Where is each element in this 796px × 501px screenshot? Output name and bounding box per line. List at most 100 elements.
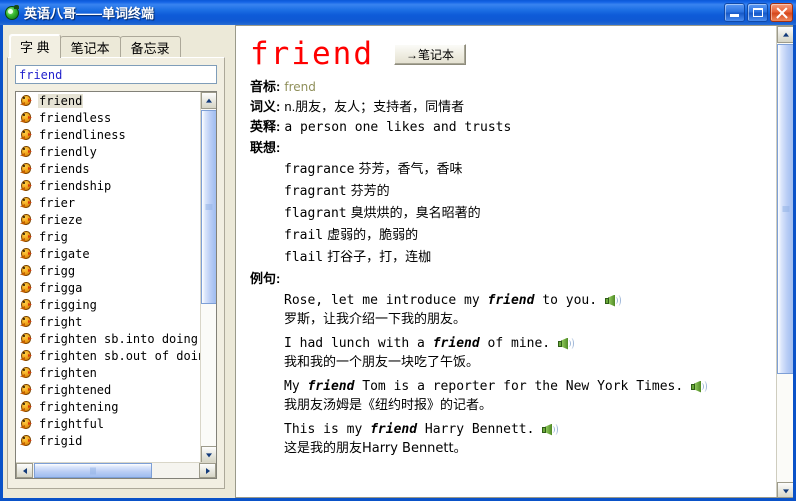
- association-meaning: 打谷子，打，连枷: [327, 250, 432, 265]
- field-phonetic: 音标: frend: [250, 78, 776, 96]
- field-meaning-label: 词义:: [250, 99, 281, 114]
- example-item: My friend Tom is a reporter for the New …: [284, 378, 776, 415]
- tab-dictionary-label: 字 典: [20, 40, 50, 55]
- close-button[interactable]: [770, 3, 793, 22]
- field-definition-value: a person one likes and trusts: [284, 120, 512, 135]
- word-list-item-label: friend: [38, 93, 84, 108]
- word-list-item[interactable]: frigid: [16, 432, 202, 449]
- bird-icon: [20, 315, 33, 328]
- field-meaning: 词义: n.朋友，友人；支持者，同情者: [250, 98, 776, 116]
- word-list-item[interactable]: friends: [16, 160, 202, 177]
- example-english: Rose, let me introduce my friend to you.: [284, 292, 776, 310]
- examples-heading: 例句:: [250, 271, 281, 286]
- client-area: 字 典 笔记本 备忘录 friend friend friendless frien…: [3, 25, 793, 498]
- word-list-item-label: frigate: [39, 246, 90, 261]
- example-item: Rose, let me introduce my friend to you.…: [284, 292, 776, 329]
- examples-list: Rose, let me introduce my friend to you.…: [284, 292, 776, 458]
- search-input[interactable]: friend: [15, 65, 217, 84]
- title-bar: 英语八哥——单词终端: [0, 0, 796, 25]
- example-english-text: My friend Tom is a reporter for the New …: [284, 379, 684, 394]
- word-list-item[interactable]: frigga: [16, 279, 202, 296]
- example-item: This is my friend Harry Bennett. 这是我的朋友Ha…: [284, 421, 776, 458]
- word-list-item[interactable]: fright: [16, 313, 202, 330]
- example-item: I had lunch with a friend of mine. 我和我的一个…: [284, 335, 776, 372]
- word-list-scroll-left-button[interactable]: [16, 463, 33, 478]
- word-list-item[interactable]: frigate: [16, 245, 202, 262]
- definition-vscrollbar[interactable]: [776, 26, 793, 497]
- word-list-item[interactable]: frieze: [16, 211, 202, 228]
- word-list-item[interactable]: friendship: [16, 177, 202, 194]
- bird-icon: [20, 281, 33, 294]
- word-list-item[interactable]: friendliness: [16, 126, 202, 143]
- word-list-rows: friend friendless friendliness friendly frie…: [16, 92, 202, 463]
- bird-icon: [20, 94, 33, 107]
- word-list-hscroll-thumb[interactable]: [34, 463, 152, 478]
- word-list-vscroll-thumb[interactable]: [201, 110, 216, 304]
- field-definition: 英释: a person one likes and trusts: [250, 118, 776, 137]
- bird-icon: [20, 162, 33, 175]
- minimize-button[interactable]: [724, 3, 745, 22]
- word-list-scroll-up-button[interactable]: [201, 92, 216, 109]
- bird-icon: [20, 111, 33, 124]
- association-item: flagrant 臭烘烘的，臭名昭著的: [284, 202, 776, 224]
- word-list-item[interactable]: frightful: [16, 415, 202, 432]
- word-list[interactable]: friend friendless friendliness friendly frie…: [15, 91, 217, 479]
- example-chinese: 我和我的一个朋友一块吃了午饭。: [284, 355, 480, 370]
- word-list-item-label: frighten: [39, 365, 97, 380]
- word-list-item[interactable]: friend: [16, 92, 202, 109]
- dictionary-tab-panel: friend friend friendless friendliness frien…: [7, 57, 225, 489]
- tab-memo[interactable]: 备忘录: [119, 36, 181, 58]
- bird-icon: [20, 128, 33, 141]
- field-definition-label: 英释:: [250, 119, 281, 134]
- word-list-item[interactable]: friendless: [16, 109, 202, 126]
- word-list-item[interactable]: frighten sb.out of doing: [16, 347, 202, 364]
- bird-icon: [20, 417, 33, 430]
- association-meaning: 臭烘烘的，臭名昭著的: [350, 206, 481, 221]
- word-list-item[interactable]: frigging: [16, 296, 202, 313]
- speaker-icon[interactable]: [691, 380, 708, 394]
- tab-memo-label: 备忘录: [130, 41, 170, 56]
- definition-vscroll-thumb[interactable]: [777, 44, 793, 374]
- word-list-item[interactable]: frig: [16, 228, 202, 245]
- definition-content: friend →笔记本 音标: frend 词义: n.朋友，友人；支持者，同情…: [236, 26, 776, 497]
- window-controls: [724, 3, 793, 22]
- add-to-notebook-label: →笔记本: [405, 47, 454, 62]
- word-list-hscrollbar[interactable]: [16, 462, 216, 478]
- word-list-scroll-down-button[interactable]: [201, 446, 216, 463]
- associations-heading: 联想:: [250, 140, 281, 155]
- word-list-item[interactable]: frighten sb.into doing s: [16, 330, 202, 347]
- tab-notebook[interactable]: 笔记本: [59, 36, 121, 58]
- speaker-icon[interactable]: [558, 337, 575, 351]
- speaker-icon[interactable]: [542, 423, 559, 437]
- word-list-item-label: frig: [39, 229, 68, 244]
- example-english: This is my friend Harry Bennett.: [284, 421, 776, 439]
- association-word: flail: [284, 250, 324, 265]
- word-list-item[interactable]: frightened: [16, 381, 202, 398]
- word-list-item[interactable]: friendly: [16, 143, 202, 160]
- bird-icon: [20, 366, 33, 379]
- app-parrot-icon: [4, 4, 20, 21]
- association-meaning: 芬芳，香气，香味: [358, 162, 463, 177]
- word-list-item-label: frigid: [39, 433, 83, 448]
- definition-scroll-up-button[interactable]: [777, 26, 793, 43]
- word-list-item[interactable]: frigg: [16, 262, 202, 279]
- word-list-item[interactable]: frightening: [16, 398, 202, 415]
- word-list-scroll-right-button[interactable]: [199, 463, 216, 478]
- add-to-notebook-button[interactable]: →笔记本: [393, 43, 466, 65]
- headword: friend: [250, 35, 374, 72]
- word-list-item[interactable]: frier: [16, 194, 202, 211]
- association-word: fragrant: [284, 184, 347, 199]
- speaker-icon[interactable]: [605, 294, 622, 308]
- definition-scroll-down-button[interactable]: [777, 482, 793, 497]
- word-list-item-label: frieze: [39, 212, 83, 227]
- word-list-item[interactable]: frighten: [16, 364, 202, 381]
- word-list-item-label: frighten sb.out of doing: [39, 348, 202, 363]
- association-item: frail 虚弱的，脆弱的: [284, 224, 776, 246]
- word-list-vscrollbar[interactable]: [200, 92, 216, 463]
- word-list-item-label: frigg: [39, 263, 76, 278]
- word-list-item-label: frightful: [39, 416, 105, 431]
- maximize-button[interactable]: [747, 3, 768, 22]
- example-chinese: 罗斯，让我介绍一下我的朋友。: [284, 312, 467, 327]
- tab-dictionary[interactable]: 字 典: [9, 34, 61, 58]
- application-window: 英语八哥——单词终端 字 典 笔记本 备忘录 friend friend fri…: [0, 0, 796, 501]
